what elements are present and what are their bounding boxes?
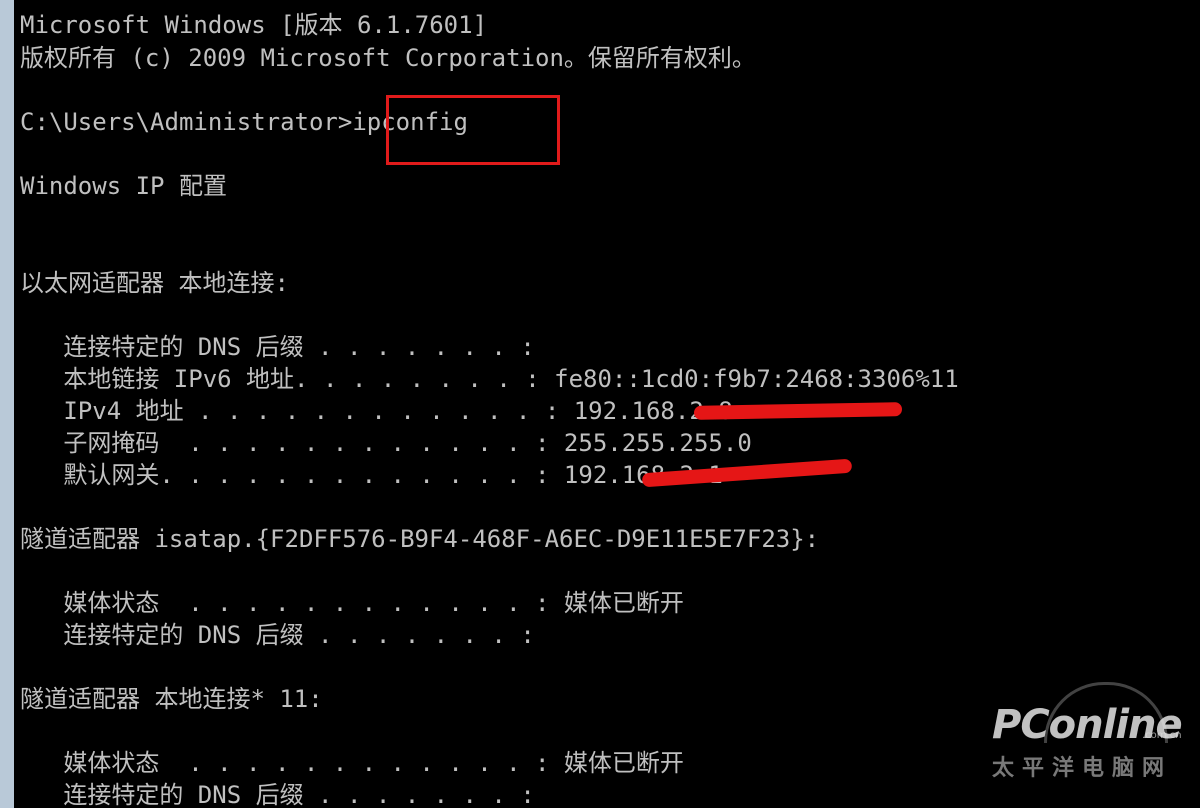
- redaction-mark-ipv4: [693, 402, 903, 420]
- watermark-domain: .com.cn: [1142, 730, 1182, 741]
- console-line: 连接特定的 DNS 后缀 . . . . . . . :: [20, 621, 535, 649]
- console-line: Microsoft Windows [版本 6.1.7601]: [20, 11, 488, 39]
- pconline-watermark: PConline .com.cn 太平洋电脑网: [974, 682, 1200, 806]
- adapter-heading: 隧道适配器 isatap.{F2DFF576-B9F4-468F-A6EC-D9…: [20, 525, 820, 553]
- command-prompt-window[interactable]: Microsoft Windows [版本 6.1.7601] 版权所有 (c)…: [14, 0, 1200, 808]
- adapter-heading: 以太网适配器 本地连接:: [20, 269, 289, 297]
- console-line: IPv4 地址 . . . . . . . . . . . . : 192.16…: [20, 397, 733, 425]
- console-line: 版权所有 (c) 2009 Microsoft Corporation。保留所有…: [20, 44, 756, 72]
- console-line: 子网掩码 . . . . . . . . . . . . : 255.255.2…: [20, 429, 752, 457]
- console-line: 媒体状态 . . . . . . . . . . . . : 媒体已断开: [20, 589, 684, 617]
- console-line: 连接特定的 DNS 后缀 . . . . . . . :: [20, 781, 535, 808]
- console-line: Windows IP 配置: [20, 172, 227, 200]
- command-highlight-box: [386, 95, 560, 165]
- console-line: 媒体状态 . . . . . . . . . . . . : 媒体已断开: [20, 749, 684, 777]
- adapter-heading: 隧道适配器 本地连接* 11:: [20, 685, 323, 713]
- console-line: 默认网关. . . . . . . . . . . . . : 192.168.…: [20, 461, 723, 489]
- watermark-subtitle: 太平洋电脑网: [992, 756, 1173, 781]
- console-line: 连接特定的 DNS 后缀 . . . . . . . :: [20, 333, 535, 361]
- console-line: 本地链接 IPv6 地址. . . . . . . . : fe80::1cd0…: [20, 365, 959, 393]
- watermark-brand: PConline: [992, 702, 1183, 748]
